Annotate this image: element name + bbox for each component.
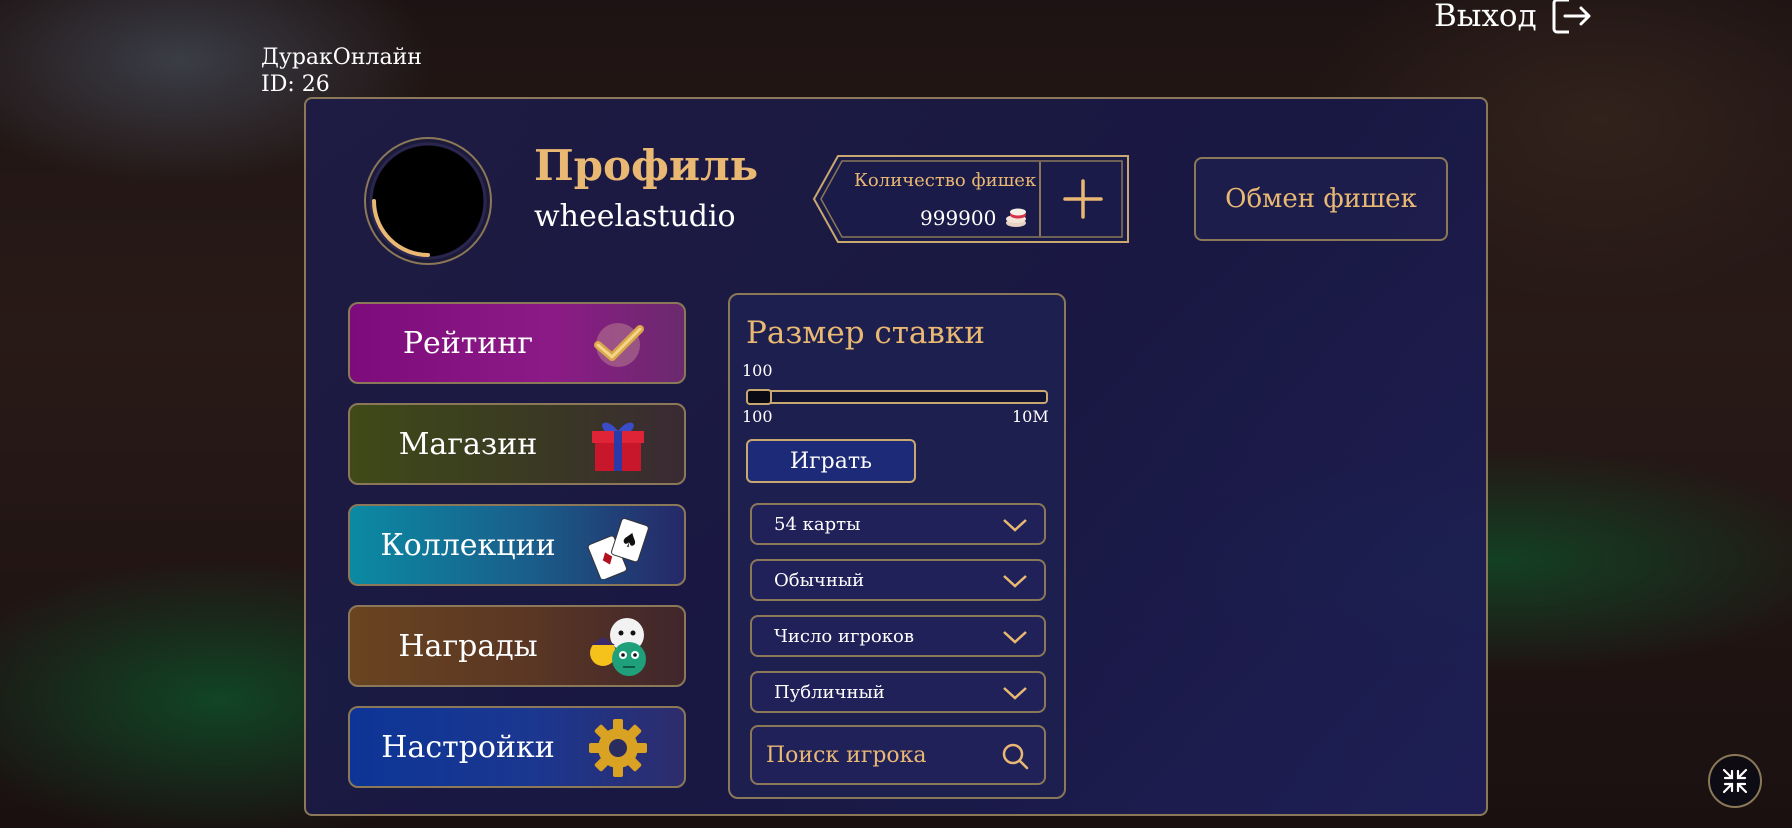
- game-mode-select[interactable]: Обычный: [750, 559, 1046, 601]
- username: wheelastudio: [534, 199, 736, 234]
- chevron-down-icon: [1003, 631, 1027, 644]
- shop-label: Магазин: [398, 426, 538, 462]
- chevron-down-icon: [1003, 687, 1027, 700]
- bet-slider-handle[interactable]: [746, 389, 772, 405]
- chips-icon: [1006, 208, 1027, 227]
- level-progress-ring: [372, 199, 430, 257]
- awards-button[interactable]: Награды: [348, 605, 686, 687]
- visibility-select[interactable]: Публичный: [750, 671, 1046, 713]
- rating-label: Рейтинг: [402, 325, 534, 361]
- settings-label: Настройки: [381, 729, 555, 765]
- play-button[interactable]: Играть: [746, 439, 916, 483]
- exit-button[interactable]: Выход: [1434, 0, 1595, 34]
- chips-label: Количество фишек: [854, 170, 1037, 191]
- bet-min-label: 100: [742, 407, 773, 426]
- player-id: ID: 26: [261, 72, 330, 97]
- plus-icon: [1063, 179, 1103, 219]
- collections-label: Коллекции: [380, 527, 556, 563]
- player-search-input[interactable]: [766, 737, 986, 773]
- profile-panel: Профиль wheelastudio Количество фишек 99…: [304, 97, 1488, 816]
- logout-icon: [1552, 0, 1591, 34]
- exit-label: Выход: [1434, 0, 1537, 34]
- bet-slider[interactable]: [746, 390, 1048, 404]
- chips-balance: 999900: [920, 206, 1030, 230]
- exchange-chips-button[interactable]: Обмен фишек: [1194, 157, 1448, 241]
- game-mode-value: Обычный: [774, 569, 865, 591]
- deck-size-select[interactable]: 54 карты: [750, 503, 1046, 545]
- collections-button[interactable]: Коллекции ♦ ♠: [348, 504, 686, 586]
- bet-max-label: 10M: [1012, 407, 1049, 426]
- cards-icon: ♦ ♠: [576, 512, 660, 580]
- rating-button[interactable]: Рейтинг: [348, 302, 686, 384]
- page-title: Профиль: [534, 141, 759, 190]
- fullscreen-exit-button[interactable]: [1708, 754, 1762, 808]
- settings-button[interactable]: Настройки: [348, 706, 686, 788]
- emoji-icon: [576, 613, 660, 681]
- collapse-icon: [1722, 768, 1748, 794]
- bet-current-value: 100: [742, 361, 773, 380]
- player-count-select[interactable]: Число игроков: [750, 615, 1046, 657]
- shop-button[interactable]: Магазин: [348, 403, 686, 485]
- chips-counter: Количество фишек 999900: [812, 154, 1130, 244]
- search-icon[interactable]: [1000, 741, 1030, 771]
- chevron-down-icon: [1003, 575, 1027, 588]
- chevron-down-icon: [1003, 519, 1027, 532]
- checkmark-icon: [576, 310, 660, 378]
- bet-title: Размер ставки: [746, 315, 985, 351]
- gear-icon: [576, 714, 660, 782]
- gift-icon: [576, 411, 660, 479]
- visibility-value: Публичный: [774, 681, 885, 703]
- awards-label: Награды: [398, 628, 538, 664]
- bet-settings-panel: Размер ставки 100 100 10M Играть 54 карт…: [728, 293, 1066, 799]
- avatar[interactable]: [364, 137, 492, 265]
- add-chips-button[interactable]: [1044, 160, 1122, 238]
- app-name: ДуракОнлайн: [261, 45, 422, 70]
- player-search: [750, 725, 1046, 785]
- deck-size-value: 54 карты: [774, 513, 861, 535]
- chips-amount: 999900: [920, 206, 997, 230]
- player-count-value: Число игроков: [774, 625, 914, 647]
- app-info: ДуракОнлайн ID: 26: [261, 44, 422, 98]
